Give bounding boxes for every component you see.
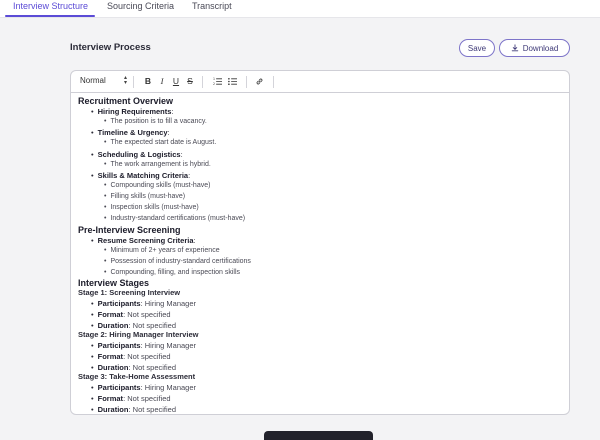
stage-title: Stage 3: Take-Home Assessment (78, 372, 196, 381)
save-label: Save (467, 43, 487, 53)
list-item: • The position is to fill a vacancy. (104, 118, 207, 125)
save-button[interactable]: Save (459, 39, 495, 57)
bullet-list-icon[interactable] (228, 77, 237, 86)
item-text: Not specified (132, 363, 177, 372)
list-item: • Participants: Hiring Manager (91, 341, 197, 350)
ordered-list-icon[interactable]: 1 2 (213, 77, 222, 86)
item-label: Duration (97, 363, 129, 372)
section-heading: Interview Stages (78, 278, 150, 288)
list-item: • Scheduling & Logistics: (91, 150, 183, 159)
tab-transcript[interactable]: Transcript (192, 1, 232, 11)
item-label: Format (97, 310, 124, 319)
item-label: Resume Screening Criteria (97, 236, 194, 245)
list-item: • Possession of industry-standard certifi… (104, 258, 251, 265)
item-text: Compounding skills (must-have) (110, 182, 211, 189)
item-text: Not specified (132, 321, 177, 330)
text-style-value: Normal (80, 76, 106, 85)
link-icon[interactable] (255, 77, 264, 86)
tab-bar: Interview Structure Sourcing Criteria Tr… (0, 0, 600, 18)
toolbar-divider (202, 76, 203, 88)
item-text: Hiring Manager (144, 383, 197, 392)
list-item: • Format: Not specified (91, 352, 171, 361)
list-item: • Timeline & Urgency: (91, 128, 170, 137)
list-item: • Participants: Hiring Manager (91, 383, 197, 392)
item-text: Hiring Manager (144, 299, 197, 308)
tab-interview-structure[interactable]: Interview Structure (13, 1, 88, 11)
list-item: • Duration: Not specified (91, 405, 177, 414)
list-item: • Participants: Hiring Manager (91, 299, 197, 308)
item-label: Format (97, 352, 124, 361)
list-item: • Inspection skills (must-have) (104, 204, 199, 211)
svg-text:1: 1 (213, 77, 215, 81)
editor-toolbar: Normal ▴ ▾ B I U S 1 2 (71, 71, 569, 93)
item-label: Skills & Matching Criteria (97, 171, 189, 180)
item-label: Duration (97, 321, 129, 330)
active-tab-indicator (5, 15, 95, 17)
item-text: Hiring Manager (144, 341, 197, 350)
text-style-select[interactable]: Normal ▴ ▾ (80, 75, 127, 86)
rich-text-editor[interactable]: Normal ▴ ▾ B I U S 1 2 Recruitment Overvi… (70, 70, 570, 415)
item-label: Hiring Requirements (97, 107, 172, 116)
item-text: Compounding, filling, and inspection ski… (110, 269, 241, 276)
item-text: The expected start date is August. (110, 139, 217, 146)
list-item: • Minimum of 2+ years of experience (104, 247, 220, 254)
list-item: • The work arrangement is hybrid. (104, 161, 211, 168)
list-item: • Compounding skills (must-have) (104, 182, 211, 189)
select-arrows-icon: ▴ ▾ (123, 75, 127, 86)
strikethrough-button[interactable]: S (185, 76, 195, 87)
item-text: Minimum of 2+ years of experience (110, 247, 220, 254)
list-item: • Format: Not specified (91, 394, 171, 403)
stage-title: Stage 1: Screening Interview (78, 288, 181, 297)
list-item: • The expected start date is August. (104, 139, 217, 146)
download-button[interactable]: Download (499, 39, 570, 57)
list-item: • Compounding, filling, and inspection sk… (104, 269, 241, 276)
primary-action-button[interactable] (264, 431, 373, 440)
underline-button[interactable]: U (171, 76, 181, 87)
item-text: The work arrangement is hybrid. (110, 161, 211, 168)
list-item: • Duration: Not specified (91, 363, 177, 372)
tab-sourcing-criteria[interactable]: Sourcing Criteria (107, 1, 174, 11)
section-heading: Pre-Interview Screening (78, 225, 181, 235)
item-label: Participants (97, 299, 141, 308)
list-item: • Format: Not specified (91, 310, 171, 319)
item-text: Not specified (132, 405, 177, 414)
item-label: Participants (97, 383, 141, 392)
page-title: Interview Process (70, 42, 151, 53)
list-item: • Hiring Requirements: (91, 107, 174, 116)
list-item: • Resume Screening Criteria: (91, 236, 196, 245)
item-text: Not specified (127, 394, 171, 403)
item-text: Not specified (127, 310, 171, 319)
section-heading: Recruitment Overview (78, 96, 174, 106)
list-item: • Skills & Matching Criteria: (91, 171, 191, 180)
item-text: The position is to fill a vacancy. (110, 118, 207, 125)
list-item: • Duration: Not specified (91, 321, 177, 330)
list-item: • Industry-standard certifications (must-… (104, 215, 246, 222)
toolbar-divider (273, 76, 274, 88)
bold-button[interactable]: B (143, 76, 153, 87)
item-text: Possession of industry-standard certific… (110, 258, 251, 265)
list-item: • Filling skills (must-have) (104, 193, 186, 200)
item-label: Format (97, 394, 124, 403)
item-text: Filling skills (must-have) (110, 193, 186, 200)
item-text: Not specified (127, 352, 171, 361)
toolbar-divider (133, 76, 134, 88)
item-label: Scheduling & Logistics (97, 150, 181, 159)
toolbar-divider (246, 76, 247, 88)
item-text: Industry-standard certifications (must-h… (110, 215, 246, 222)
download-label: Download (522, 43, 559, 53)
item-label: Timeline & Urgency (97, 128, 168, 137)
italic-button[interactable]: I (157, 76, 167, 87)
item-label: Participants (97, 341, 141, 350)
item-text: Inspection skills (must-have) (110, 204, 199, 211)
download-icon (511, 44, 518, 52)
svg-text:2: 2 (213, 82, 215, 86)
item-label: Duration (97, 405, 129, 414)
stage-title: Stage 2: Hiring Manager Interview (78, 330, 199, 339)
